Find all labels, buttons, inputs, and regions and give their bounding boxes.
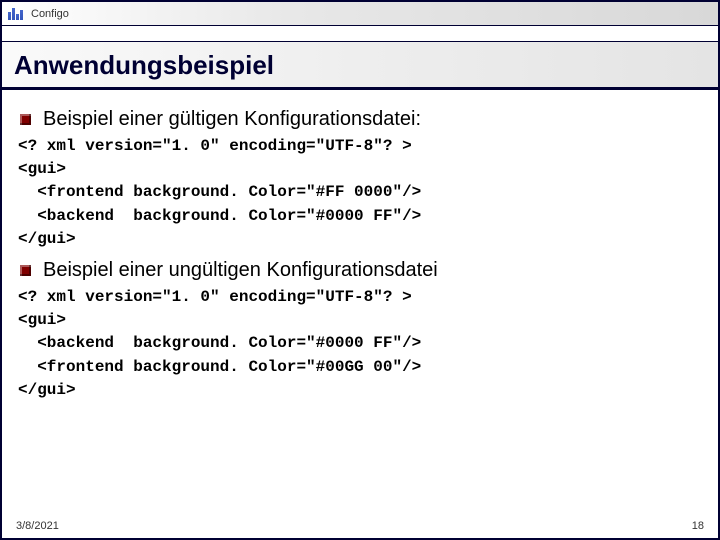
bullet-2-text: Beispiel einer ungültigen Konfigurations… bbox=[43, 259, 438, 282]
code-block-valid: <? xml version="1. 0" encoding="UTF-8"? … bbox=[18, 135, 704, 251]
footer: 3/8/2021 18 bbox=[16, 520, 704, 532]
footer-page: 18 bbox=[692, 520, 704, 532]
code-line: <backend background. Color="#0000 FF"/> bbox=[18, 207, 421, 225]
code-line: </gui> bbox=[18, 381, 76, 399]
content: Beispiel einer gültigen Konfigurationsda… bbox=[2, 90, 718, 402]
code-line: <? xml version="1. 0" encoding="UTF-8"? … bbox=[18, 288, 412, 306]
code-line: <gui> bbox=[18, 160, 66, 178]
code-line: <frontend background. Color="#00GG 00"/> bbox=[18, 358, 421, 376]
code-line: <frontend background. Color="#FF 0000"/> bbox=[18, 183, 421, 201]
code-block-invalid: <? xml version="1. 0" encoding="UTF-8"? … bbox=[18, 286, 704, 402]
bullet-2: Beispiel einer ungültigen Konfigurations… bbox=[20, 259, 704, 282]
app-logo-icon bbox=[8, 8, 23, 20]
header-bar: Configo bbox=[2, 2, 718, 26]
slide: Configo Anwendungsbeispiel Beispiel eine… bbox=[0, 0, 720, 540]
bullet-1-text: Beispiel einer gültigen Konfigurationsda… bbox=[43, 108, 421, 131]
code-line: </gui> bbox=[18, 230, 76, 248]
slide-title: Anwendungsbeispiel bbox=[14, 50, 706, 81]
app-name: Configo bbox=[31, 8, 69, 20]
code-line: <gui> bbox=[18, 311, 66, 329]
code-line: <? xml version="1. 0" encoding="UTF-8"? … bbox=[18, 137, 412, 155]
code-line: <backend background. Color="#0000 FF"/> bbox=[18, 334, 421, 352]
header-gap bbox=[2, 26, 718, 42]
title-bar: Anwendungsbeispiel bbox=[2, 42, 718, 90]
bullet-square-icon bbox=[20, 265, 31, 276]
bullet-square-icon bbox=[20, 114, 31, 125]
bullet-1: Beispiel einer gültigen Konfigurationsda… bbox=[20, 108, 704, 131]
footer-date: 3/8/2021 bbox=[16, 520, 59, 532]
